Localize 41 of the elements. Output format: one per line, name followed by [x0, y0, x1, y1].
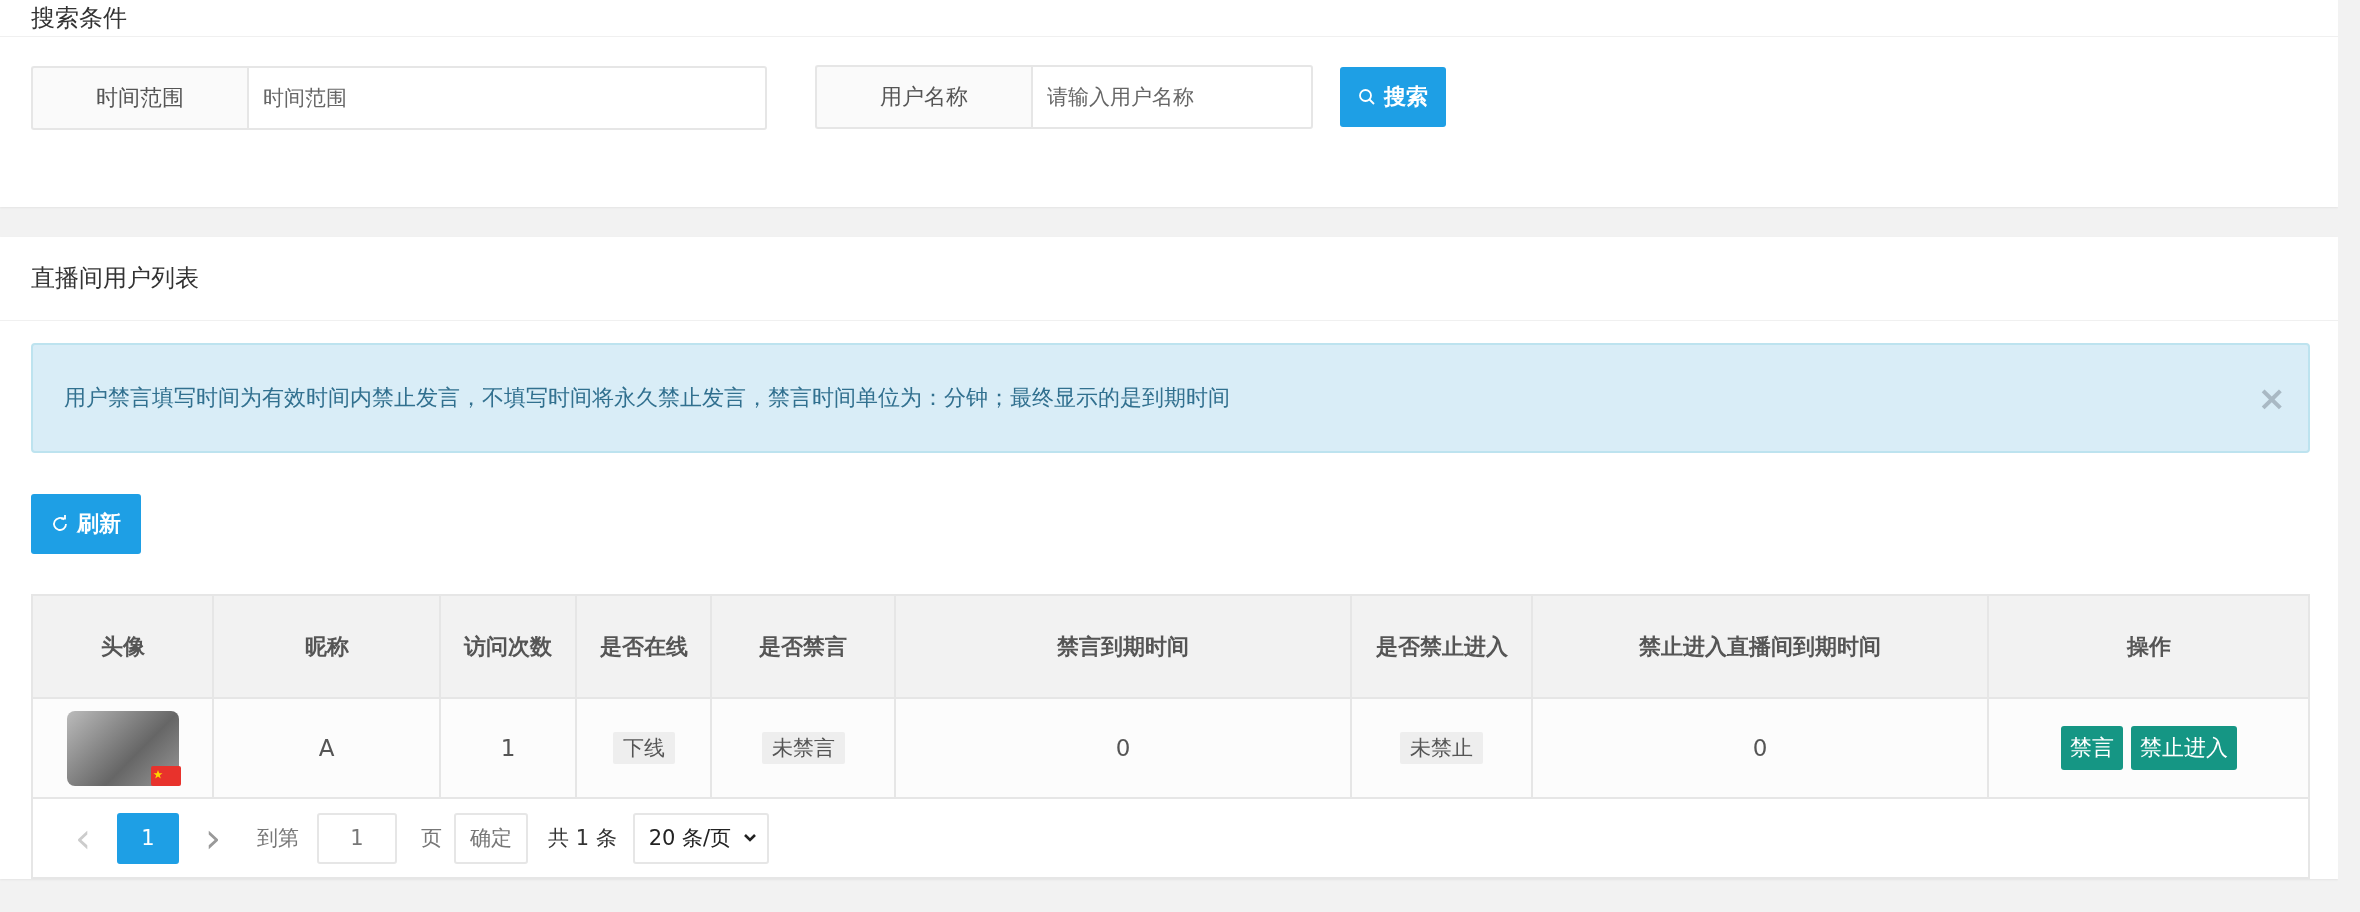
action-button[interactable]: 禁言 [2060, 726, 2123, 770]
column-header: 昵称 [213, 596, 440, 698]
column-header: 操作 [1988, 596, 2308, 698]
table-cell: 0 [895, 698, 1351, 798]
close-button[interactable]: × [2257, 381, 2286, 415]
column-header: 禁止进入直播间到期时间 [1532, 596, 1988, 698]
previous-page-button[interactable]: ‹ [63, 818, 103, 858]
column-header: 头像 [33, 596, 213, 698]
table-cell: 0 [1532, 698, 1988, 798]
search-icon [1358, 88, 1376, 106]
action-button[interactable]: 禁止进入 [2130, 726, 2237, 770]
panel-title: 搜索条件 [0, 0, 2338, 37]
panel-title: 直播间用户列表 [0, 237, 2338, 321]
column-header: 禁言到期时间 [895, 596, 1351, 698]
goto-label: 到第 [257, 825, 299, 852]
page-input[interactable]: 1 [317, 812, 397, 864]
column-header: 访问次数 [440, 596, 576, 698]
column-header: 是否禁止进入 [1351, 596, 1532, 698]
status-tag: 未禁止 [1400, 732, 1483, 764]
column-header: 是否在线 [576, 596, 711, 698]
refresh-icon [51, 515, 69, 533]
page-size-select[interactable]: 20 条/页 [632, 812, 770, 864]
alert-text: 用户禁言填写时间为有效时间内禁止发言，不填写时间将永久禁止发言，禁言时间单位为：分钟；最终显示的是到期时间 [64, 384, 1230, 412]
status-tag: 未禁言 [761, 732, 845, 764]
field-label: 时间范围 [31, 66, 247, 130]
input-field[interactable]: 时间范围 [247, 66, 767, 130]
refresh-button[interactable]: 刷新 [31, 494, 141, 554]
search-button[interactable]: 搜索 [1340, 67, 1446, 127]
column-header: 是否禁言 [711, 596, 895, 698]
flag-icon [150, 765, 181, 786]
page-button[interactable]: 1 [117, 812, 179, 864]
field-label: 用户名称 [815, 65, 1031, 129]
input-field[interactable]: 请输入用户名称 [1031, 65, 1313, 129]
total-count: 共 1 条 [548, 825, 617, 852]
confirm-button[interactable]: 确定 [454, 812, 528, 864]
next-page-button[interactable]: › [193, 818, 233, 858]
page-label: 页 [421, 825, 442, 852]
table-cell: A [213, 698, 440, 798]
table-cell: 1 [440, 698, 576, 798]
status-tag: 下线 [612, 732, 675, 764]
chevron-down-icon [743, 833, 758, 843]
